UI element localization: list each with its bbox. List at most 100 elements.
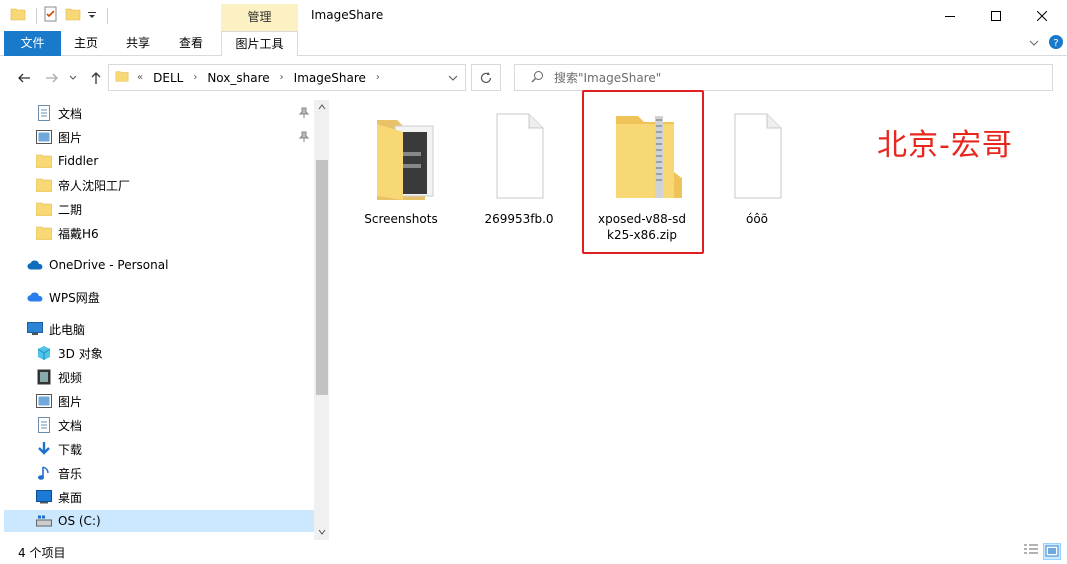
back-button[interactable] bbox=[14, 68, 34, 88]
sidebar-item-this-pc[interactable]: 此电脑 bbox=[27, 318, 85, 340]
window-title: ImageShare bbox=[311, 8, 384, 22]
sidebar-scroll-thumb[interactable] bbox=[316, 160, 328, 395]
file-item-unnamed[interactable]: óôõ bbox=[707, 112, 807, 227]
sidebar-item-videos[interactable]: 视频 bbox=[36, 366, 82, 388]
sidebar-item-pictures-pc[interactable]: 图片 bbox=[36, 390, 82, 412]
address-dropdown-button[interactable] bbox=[440, 64, 465, 91]
desktop-icon bbox=[36, 489, 52, 505]
highlight-annotation-box bbox=[582, 90, 704, 254]
download-icon bbox=[36, 441, 52, 457]
folder-icon bbox=[377, 120, 434, 200]
tab-picture-tools[interactable]: 图片工具 bbox=[221, 31, 298, 56]
search-placeholder: 搜索"ImageShare" bbox=[554, 71, 662, 85]
breadcrumb-overflow[interactable]: « bbox=[137, 72, 143, 83]
customize-toolbar-icon[interactable] bbox=[87, 9, 97, 23]
help-icon[interactable]: ? bbox=[1049, 35, 1063, 52]
title-bar: 管理 ImageShare bbox=[0, 0, 1067, 31]
sidebar-item-music[interactable]: 音乐 bbox=[36, 462, 82, 484]
sidebar-item-os-drive[interactable]: OS (C:) bbox=[4, 510, 314, 532]
large-icons-view-icon[interactable] bbox=[1043, 543, 1061, 560]
sidebar-item-label: 文档 bbox=[58, 106, 83, 121]
arrow-right-icon bbox=[46, 73, 58, 83]
sidebar-item-onedrive[interactable]: OneDrive - Personal bbox=[27, 254, 168, 276]
sidebar-item-phase-two[interactable]: 二期 bbox=[36, 198, 82, 220]
maximize-button[interactable] bbox=[973, 0, 1019, 31]
sidebar-item-documents-pc[interactable]: 文档 bbox=[36, 414, 82, 436]
quick-access-toolbar bbox=[10, 6, 108, 25]
refresh-button[interactable] bbox=[471, 64, 501, 91]
search-icon bbox=[531, 70, 544, 86]
folder-icon bbox=[36, 177, 52, 193]
sidebar-item-label: 下载 bbox=[58, 442, 83, 457]
scroll-down-icon[interactable] bbox=[318, 529, 326, 535]
file-name: Screenshots bbox=[364, 212, 438, 226]
sidebar-item-desktop[interactable]: 桌面 bbox=[36, 486, 82, 508]
sidebar-item-label: 福戴H6 bbox=[58, 226, 99, 241]
chevron-right-icon[interactable]: › bbox=[280, 72, 284, 83]
breadcrumb-nox-share[interactable]: Nox_share bbox=[207, 71, 269, 85]
sidebar-item-label: 二期 bbox=[58, 202, 83, 217]
sidebar-item-downloads[interactable]: 下载 bbox=[36, 438, 82, 460]
music-icon bbox=[36, 465, 52, 481]
sidebar-item-label: 帝人沈阳工厂 bbox=[58, 178, 131, 193]
manage-context-tab[interactable]: 管理 bbox=[221, 4, 298, 31]
chevron-right-icon[interactable]: › bbox=[193, 72, 197, 83]
sidebar-item-label: 文档 bbox=[58, 418, 83, 433]
sidebar-item-label: 图片 bbox=[58, 130, 83, 145]
sidebar-item-fudai-h6[interactable]: 福戴H6 bbox=[36, 222, 99, 244]
sidebar-item-fiddler[interactable]: Fiddler bbox=[36, 150, 98, 172]
file-item-269953fb[interactable]: 269953fb.0 bbox=[469, 112, 569, 227]
file-item-screenshots[interactable]: Screenshots bbox=[351, 112, 451, 227]
folder-icon bbox=[36, 201, 52, 217]
status-bar: 4 个项目 bbox=[0, 540, 1067, 564]
recent-locations-button[interactable] bbox=[66, 68, 80, 88]
details-view-icon[interactable] bbox=[1023, 543, 1039, 560]
cloud-icon bbox=[27, 289, 43, 305]
sidebar-item-label: 视频 bbox=[58, 370, 83, 385]
new-folder-icon[interactable] bbox=[65, 6, 81, 25]
pin-icon[interactable] bbox=[298, 107, 310, 119]
maximize-icon bbox=[991, 10, 1001, 21]
view-switcher bbox=[1023, 543, 1061, 560]
folder-icon[interactable] bbox=[10, 6, 26, 25]
breadcrumb-imageshare[interactable]: ImageShare bbox=[294, 71, 366, 85]
sidebar-item-3d-objects[interactable]: 3D 对象 bbox=[36, 342, 103, 364]
sidebar-item-pictures[interactable]: 图片 bbox=[36, 126, 82, 148]
sidebar-item-teijin-shenyang[interactable]: 帝人沈阳工厂 bbox=[36, 174, 130, 196]
breadcrumb-dell[interactable]: DELL bbox=[153, 71, 183, 85]
sidebar-item-label: 此电脑 bbox=[49, 322, 86, 337]
address-bar[interactable]: « DELL › Nox_share › ImageShare › bbox=[108, 64, 466, 91]
computer-icon bbox=[27, 321, 43, 337]
chevron-right-icon[interactable]: › bbox=[376, 72, 380, 83]
sidebar-item-label: OneDrive - Personal bbox=[49, 258, 169, 272]
document-icon bbox=[36, 417, 52, 433]
minimize-button[interactable] bbox=[927, 0, 973, 31]
tab-file[interactable]: 文件 bbox=[4, 31, 61, 56]
arrow-left-icon bbox=[18, 73, 30, 83]
expand-ribbon-icon[interactable] bbox=[1029, 37, 1039, 51]
forward-button[interactable] bbox=[42, 68, 62, 88]
file-name: 269953fb.0 bbox=[484, 212, 554, 226]
close-button[interactable] bbox=[1019, 0, 1065, 31]
toolbar-separator bbox=[107, 7, 108, 24]
properties-icon[interactable] bbox=[43, 6, 59, 25]
up-button[interactable] bbox=[86, 68, 106, 88]
sidebar-item-label: OS (C:) bbox=[58, 514, 101, 528]
tab-home[interactable]: 主页 bbox=[66, 31, 106, 56]
folder-icon bbox=[115, 69, 129, 86]
folder-icon bbox=[36, 153, 52, 169]
ribbon-tab-bar: 文件 主页 共享 查看 图片工具 ? bbox=[0, 31, 1067, 56]
file-name: óôõ bbox=[745, 212, 769, 226]
watermark-text: 北京-宏哥 bbox=[877, 128, 1013, 163]
tab-view[interactable]: 查看 bbox=[171, 31, 211, 56]
sidebar-item-label: Fiddler bbox=[58, 154, 99, 168]
search-input[interactable]: 搜索"ImageShare" bbox=[514, 64, 1053, 91]
sidebar-item-wps-cloud[interactable]: WPS网盘 bbox=[27, 286, 100, 308]
drive-icon bbox=[36, 513, 52, 529]
scroll-up-icon[interactable] bbox=[318, 104, 326, 110]
tab-share[interactable]: 共享 bbox=[118, 31, 158, 56]
sidebar-item-documents[interactable]: 文档 bbox=[36, 102, 82, 124]
item-count: 4 个项目 bbox=[18, 545, 66, 560]
pin-icon[interactable] bbox=[298, 131, 310, 143]
picture-icon bbox=[36, 129, 52, 145]
